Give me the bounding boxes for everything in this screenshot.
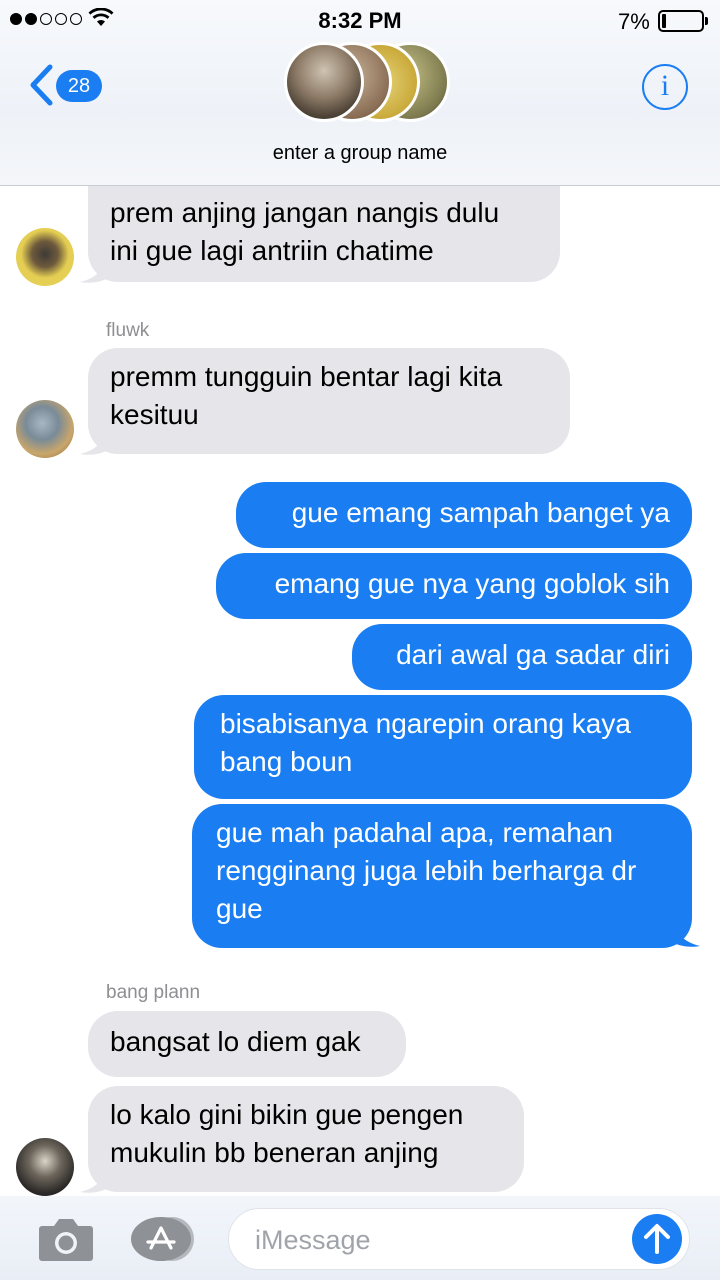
app-store-button[interactable] bbox=[130, 1216, 194, 1262]
message-line: bang boun bbox=[220, 746, 353, 777]
message-line: lo kalo gini bikin gue pengen bbox=[110, 1099, 464, 1130]
message-line: gue bbox=[216, 893, 263, 924]
message-line: gue mah padahal apa, remahan bbox=[216, 817, 613, 848]
message-input-field[interactable] bbox=[228, 1208, 690, 1270]
message-line: ini gue lagi antriin chatime bbox=[110, 235, 434, 266]
message-input[interactable] bbox=[255, 1221, 625, 1259]
status-time: 8:32 PM bbox=[318, 8, 402, 33]
group-avatars[interactable] bbox=[270, 40, 460, 126]
battery-icon bbox=[658, 10, 708, 32]
incoming-message[interactable]: prem anjing jangan nangis dulu ini gue l… bbox=[88, 186, 560, 282]
bubble-tail bbox=[80, 430, 112, 455]
message-line: bangsat lo diem gak bbox=[110, 1026, 361, 1057]
outgoing-message[interactable]: emang gue nya yang goblok sih bbox=[216, 553, 692, 619]
message-line: mukulin bb beneran anjing bbox=[110, 1137, 439, 1168]
send-arrow-icon bbox=[644, 1224, 670, 1254]
outgoing-message[interactable]: gue emang sampah banget ya bbox=[236, 482, 692, 548]
send-button[interactable] bbox=[632, 1214, 682, 1264]
incoming-message[interactable]: premm tungguin bentar lagi kita kesituu bbox=[88, 348, 570, 454]
outgoing-message[interactable]: dari awal ga sadar diri bbox=[352, 624, 692, 690]
incoming-message[interactable]: lo kalo gini bikin gue pengen mukulin bb… bbox=[88, 1086, 524, 1192]
bubble-tail bbox=[668, 922, 700, 947]
sender-avatar[interactable] bbox=[16, 400, 74, 458]
message-line: dari awal ga sadar diri bbox=[396, 639, 670, 670]
info-icon: i bbox=[660, 69, 670, 102]
incoming-message[interactable]: bangsat lo diem gak bbox=[88, 1011, 406, 1077]
back-button[interactable]: 28 bbox=[28, 62, 108, 108]
sender-avatar[interactable] bbox=[16, 228, 74, 286]
message-line: rengginang juga lebih berharga dr bbox=[216, 855, 637, 886]
message-line: bisabisanya ngarepin orang kaya bbox=[220, 708, 631, 739]
status-bar: 8:32 PM 7% bbox=[0, 0, 720, 40]
composer-bar bbox=[0, 1196, 720, 1280]
bubble-tail bbox=[80, 258, 112, 283]
message-line: emang gue nya yang goblok sih bbox=[274, 568, 670, 599]
message-line: prem anjing jangan nangis dulu bbox=[110, 197, 500, 228]
group-name-field[interactable]: enter a group name bbox=[0, 142, 720, 165]
app-store-icon bbox=[131, 1217, 194, 1261]
bubble-tail bbox=[80, 1168, 112, 1193]
conversation-header: 8:32 PM 7% 28 enter a group name i bbox=[0, 0, 720, 186]
unread-count-badge: 28 bbox=[56, 70, 102, 102]
group-avatar-1 bbox=[284, 42, 364, 122]
info-button[interactable]: i bbox=[642, 64, 688, 110]
outgoing-message[interactable]: gue mah padahal apa, remahan rengginang … bbox=[192, 804, 692, 948]
battery-percent: 7% bbox=[618, 9, 650, 34]
back-chevron-icon bbox=[30, 64, 53, 106]
sender-avatar[interactable] bbox=[16, 1138, 74, 1196]
message-line: gue emang sampah banget ya bbox=[291, 497, 670, 528]
message-line: premm tungguin bentar lagi kita bbox=[110, 361, 503, 392]
outgoing-message[interactable]: bisabisanya ngarepin orang kaya bang bou… bbox=[194, 695, 692, 799]
sender-name: fluwk bbox=[106, 320, 150, 341]
camera-icon[interactable] bbox=[38, 1216, 94, 1262]
message-line: kesituu bbox=[110, 399, 199, 430]
sender-name: bang plann bbox=[106, 982, 201, 1003]
